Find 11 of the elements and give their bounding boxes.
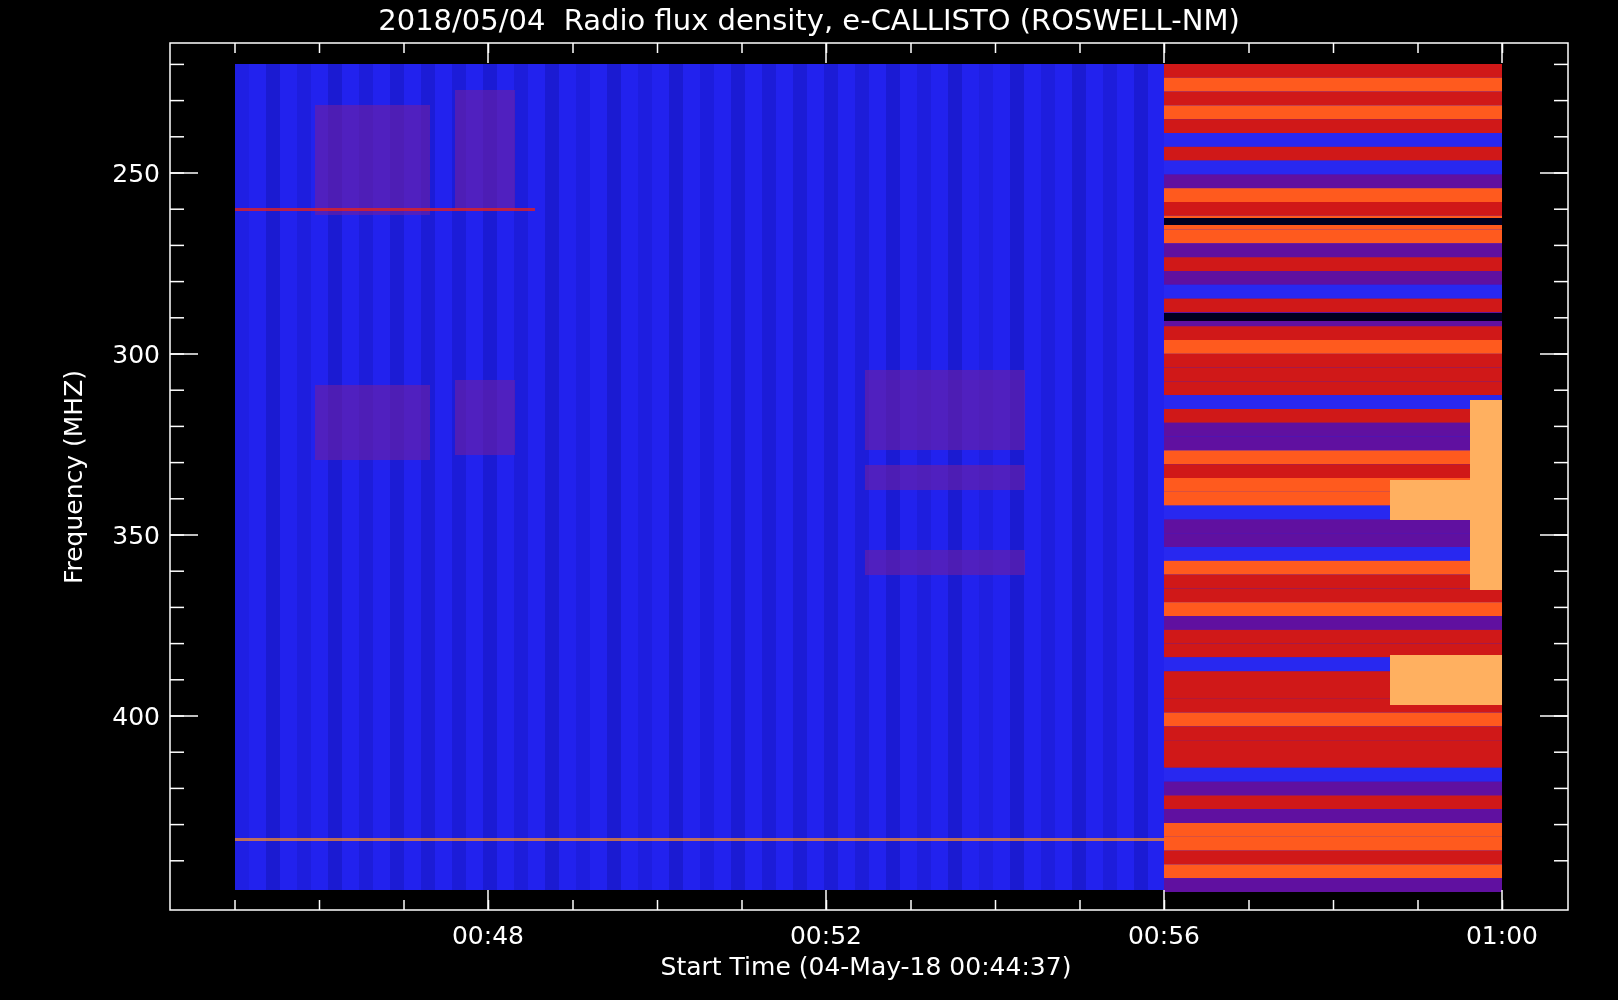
x-tick-label: 01:00 (1466, 921, 1538, 950)
y-axis-label: Frequency (MHZ) (59, 369, 88, 585)
x-tick-label: 00:52 (790, 921, 862, 950)
y-tick-label: 300 (112, 340, 160, 369)
y-tick-label: 350 (112, 521, 160, 550)
x-axis-label: Start Time (04-May-18 00:44:37) (660, 952, 1072, 981)
y-tick-label: 400 (112, 702, 160, 731)
y-tick-label: 250 (112, 159, 160, 188)
plot-title: 2018/05/04 Radio flux density, e-CALLISTO (ROSWELL-NM) (378, 3, 1240, 37)
x-tick-label: 00:56 (1128, 921, 1200, 950)
x-tick-label: 00:48 (452, 921, 524, 950)
